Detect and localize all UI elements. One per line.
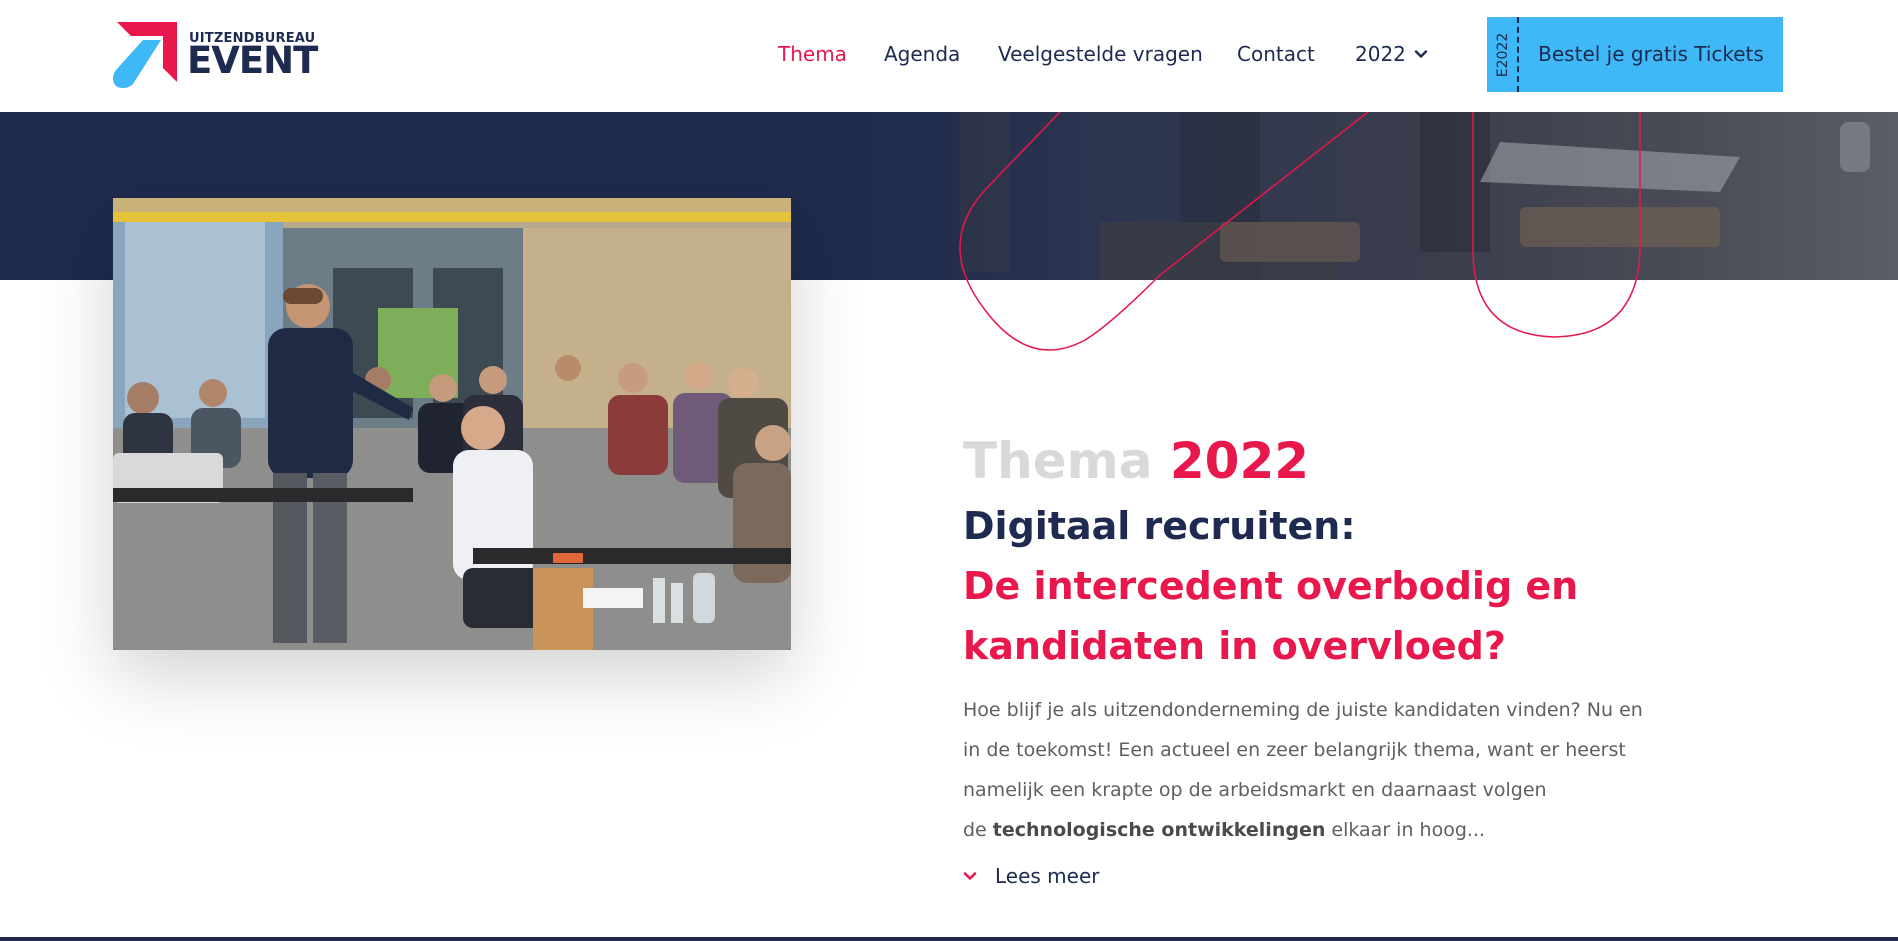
kicker-thema: Thema xyxy=(963,432,1153,490)
body-line-3: namelijk een krapte op de arbeidsmarkt e… xyxy=(963,779,1547,801)
logo-arrow-icon xyxy=(113,22,177,88)
headline-pink-line2: kandidaten in overvloed? xyxy=(963,624,1506,668)
read-more-label: Lees meer xyxy=(995,864,1100,888)
body-line-4-bold: technologische ontwikkelingen xyxy=(992,819,1326,841)
order-tickets-button[interactable]: E2022 Bestel je gratis Tickets xyxy=(1487,17,1783,92)
nav-item-year-dropdown[interactable]: 2022 xyxy=(1355,40,1428,68)
chevron-down-icon xyxy=(963,872,977,880)
body-line-1: Hoe blijf je als uitzendonderneming de j… xyxy=(963,699,1643,721)
nav-item-agenda[interactable]: Agenda xyxy=(884,40,960,68)
ticket-stub: E2022 xyxy=(1487,17,1519,92)
body-line-4-post: elkaar in hoog... xyxy=(1325,819,1486,841)
bottom-divider xyxy=(0,937,1898,941)
headline-dark: Digitaal recruiten: xyxy=(963,504,1356,548)
theme-intro-text: Hoe blijf je als uitzendonderneming de j… xyxy=(963,690,1653,850)
hero-background-photo xyxy=(860,112,1898,280)
body-line-2: in de toekomst! Een actueel en zeer bela… xyxy=(963,739,1626,761)
nav-item-thema[interactable]: Thema xyxy=(778,40,847,68)
logo-big-text: EVENT xyxy=(187,39,318,82)
nav-year-label: 2022 xyxy=(1355,42,1406,66)
photo-scene xyxy=(113,198,791,650)
theme-section: Thema 2022 Digitaal recruiten: De interc… xyxy=(963,430,1683,888)
chevron-down-icon xyxy=(1414,50,1428,58)
headline-pink-line1: De intercedent overbodig en xyxy=(963,564,1579,608)
ticket-stub-label: E2022 xyxy=(1495,32,1511,78)
nav-item-faq[interactable]: Veelgestelde vragen xyxy=(998,40,1203,68)
hero-photo-silhouettes xyxy=(960,112,1870,280)
body-line-4: de technologische ontwikkelingen elkaar … xyxy=(963,810,1653,850)
body-line-4-pre: de xyxy=(963,819,993,841)
site-header: UITZENDBUREAU EVENT Thema Agenda Veelges… xyxy=(0,0,1898,112)
kicker-year: 2022 xyxy=(1169,432,1310,490)
nav-item-contact[interactable]: Contact xyxy=(1237,40,1315,68)
logo[interactable]: UITZENDBUREAU EVENT xyxy=(113,22,323,88)
event-photo xyxy=(113,198,791,650)
theme-kicker: Thema 2022 xyxy=(963,430,1683,492)
ticket-button-label: Bestel je gratis Tickets xyxy=(1538,42,1764,66)
read-more-link[interactable]: Lees meer xyxy=(963,864,1683,888)
